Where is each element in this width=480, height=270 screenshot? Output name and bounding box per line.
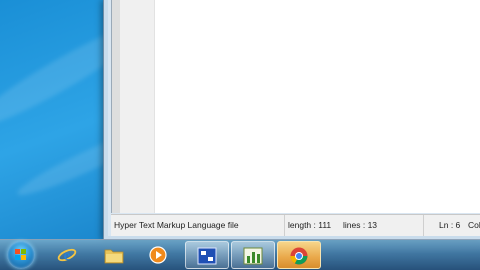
editor-window: Hyper Text Markup Language file length :… xyxy=(103,0,480,240)
internet-explorer-icon: e xyxy=(57,248,77,264)
status-bar: Hyper Text Markup Language file length :… xyxy=(111,214,480,236)
taskbar-explorer[interactable] xyxy=(95,241,133,269)
status-col: Col xyxy=(468,220,480,230)
line-number-gutter xyxy=(112,0,155,213)
taskbar-internet-explorer[interactable]: e xyxy=(48,241,86,269)
taskbar-media-player[interactable] xyxy=(139,241,177,269)
taskbar: e xyxy=(0,239,480,270)
windows-flag-icon xyxy=(15,249,27,261)
status-length: length : 111 xyxy=(288,220,332,230)
start-button[interactable] xyxy=(7,241,35,269)
chrome-icon xyxy=(290,247,308,265)
folder-icon xyxy=(104,249,124,264)
remote-desktop-icon xyxy=(197,247,217,265)
gutter-fold-margin xyxy=(112,0,120,213)
taskbar-chrome[interactable] xyxy=(277,241,321,269)
status-lines: lines : 13 xyxy=(340,215,424,236)
chart-editor-icon xyxy=(243,247,263,265)
taskbar-chart-editor[interactable] xyxy=(231,241,275,269)
status-file-type: Hyper Text Markup Language file xyxy=(111,215,285,236)
status-ln: Ln : 6 xyxy=(439,220,461,230)
taskbar-remote-desktop[interactable] xyxy=(185,241,229,269)
text-editor-area[interactable] xyxy=(111,0,480,213)
svg-text:e: e xyxy=(64,248,71,264)
media-player-icon xyxy=(149,246,167,264)
